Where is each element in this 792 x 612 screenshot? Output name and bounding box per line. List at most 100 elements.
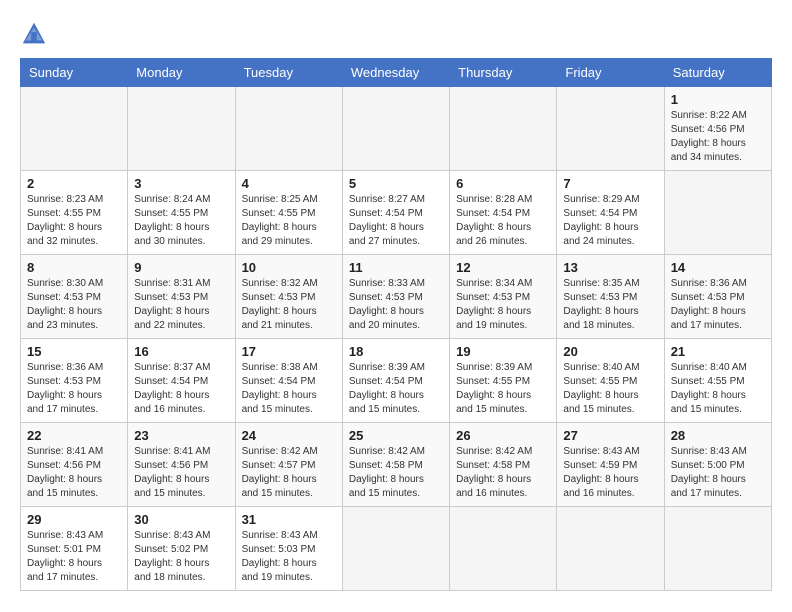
calendar-day-10: 10 Sunrise: 8:32 AMSunset: 4:53 PMDaylig…: [235, 255, 342, 339]
empty-cell: [128, 87, 235, 171]
day-number: 22: [27, 428, 121, 443]
day-number: 26: [456, 428, 550, 443]
day-info: Sunrise: 8:31 AMSunset: 4:53 PMDaylight:…: [134, 277, 228, 333]
calendar-week-row: 2 Sunrise: 8:23 AMSunset: 4:55 PMDayligh…: [21, 171, 772, 255]
day-number: 13: [563, 260, 657, 275]
day-number: 24: [242, 428, 336, 443]
day-number: 4: [242, 176, 336, 191]
day-info: Sunrise: 8:27 AMSunset: 4:54 PMDaylight:…: [349, 193, 443, 249]
day-info: Sunrise: 8:43 AMSunset: 4:59 PMDaylight:…: [563, 445, 657, 501]
logo-icon: [20, 20, 48, 48]
calendar-day-23: 23 Sunrise: 8:41 AMSunset: 4:56 PMDaylig…: [128, 423, 235, 507]
day-number: 6: [456, 176, 550, 191]
day-number: 17: [242, 344, 336, 359]
empty-cell: [450, 507, 557, 591]
calendar-day-4: 4 Sunrise: 8:25 AMSunset: 4:55 PMDayligh…: [235, 171, 342, 255]
calendar-day-21: 21 Sunrise: 8:40 AMSunset: 4:55 PMDaylig…: [664, 339, 771, 423]
calendar-day-26: 26 Sunrise: 8:42 AMSunset: 4:58 PMDaylig…: [450, 423, 557, 507]
calendar-day-17: 17 Sunrise: 8:38 AMSunset: 4:54 PMDaylig…: [235, 339, 342, 423]
day-number: 18: [349, 344, 443, 359]
day-number: 15: [27, 344, 121, 359]
day-number: 7: [563, 176, 657, 191]
calendar-day-18: 18 Sunrise: 8:39 AMSunset: 4:54 PMDaylig…: [342, 339, 449, 423]
calendar-day-27: 27 Sunrise: 8:43 AMSunset: 4:59 PMDaylig…: [557, 423, 664, 507]
calendar-day-13: 13 Sunrise: 8:35 AMSunset: 4:53 PMDaylig…: [557, 255, 664, 339]
day-info: Sunrise: 8:41 AMSunset: 4:56 PMDaylight:…: [134, 445, 228, 501]
weekday-header-saturday: Saturday: [664, 59, 771, 87]
day-number: 1: [671, 92, 765, 107]
day-info: Sunrise: 8:40 AMSunset: 4:55 PMDaylight:…: [671, 361, 765, 417]
day-number: 30: [134, 512, 228, 527]
day-number: 14: [671, 260, 765, 275]
empty-cell: [21, 87, 128, 171]
empty-cell: [557, 507, 664, 591]
calendar-day-14: 14 Sunrise: 8:36 AMSunset: 4:53 PMDaylig…: [664, 255, 771, 339]
day-number: 2: [27, 176, 121, 191]
calendar-day-12: 12 Sunrise: 8:34 AMSunset: 4:53 PMDaylig…: [450, 255, 557, 339]
empty-cell: [342, 87, 449, 171]
day-info: Sunrise: 8:33 AMSunset: 4:53 PMDaylight:…: [349, 277, 443, 333]
day-info: Sunrise: 8:30 AMSunset: 4:53 PMDaylight:…: [27, 277, 121, 333]
weekday-header-tuesday: Tuesday: [235, 59, 342, 87]
day-info: Sunrise: 8:39 AMSunset: 4:55 PMDaylight:…: [456, 361, 550, 417]
day-number: 28: [671, 428, 765, 443]
calendar-day-29: 29 Sunrise: 8:43 AMSunset: 5:01 PMDaylig…: [21, 507, 128, 591]
calendar-day-5: 5 Sunrise: 8:27 AMSunset: 4:54 PMDayligh…: [342, 171, 449, 255]
weekday-header-thursday: Thursday: [450, 59, 557, 87]
day-info: Sunrise: 8:25 AMSunset: 4:55 PMDaylight:…: [242, 193, 336, 249]
empty-cell: [664, 171, 771, 255]
day-info: Sunrise: 8:34 AMSunset: 4:53 PMDaylight:…: [456, 277, 550, 333]
day-info: Sunrise: 8:37 AMSunset: 4:54 PMDaylight:…: [134, 361, 228, 417]
calendar-day-7: 7 Sunrise: 8:29 AMSunset: 4:54 PMDayligh…: [557, 171, 664, 255]
calendar-day-15: 15 Sunrise: 8:36 AMSunset: 4:53 PMDaylig…: [21, 339, 128, 423]
day-number: 3: [134, 176, 228, 191]
calendar-day-6: 6 Sunrise: 8:28 AMSunset: 4:54 PMDayligh…: [450, 171, 557, 255]
calendar-table: SundayMondayTuesdayWednesdayThursdayFrid…: [20, 58, 772, 591]
day-number: 20: [563, 344, 657, 359]
day-info: Sunrise: 8:42 AMSunset: 4:58 PMDaylight:…: [349, 445, 443, 501]
calendar-week-row: 15 Sunrise: 8:36 AMSunset: 4:53 PMDaylig…: [21, 339, 772, 423]
calendar-day-11: 11 Sunrise: 8:33 AMSunset: 4:53 PMDaylig…: [342, 255, 449, 339]
day-info: Sunrise: 8:38 AMSunset: 4:54 PMDaylight:…: [242, 361, 336, 417]
calendar-day-24: 24 Sunrise: 8:42 AMSunset: 4:57 PMDaylig…: [235, 423, 342, 507]
day-number: 11: [349, 260, 443, 275]
day-info: Sunrise: 8:24 AMSunset: 4:55 PMDaylight:…: [134, 193, 228, 249]
calendar-day-20: 20 Sunrise: 8:40 AMSunset: 4:55 PMDaylig…: [557, 339, 664, 423]
calendar-day-28: 28 Sunrise: 8:43 AMSunset: 5:00 PMDaylig…: [664, 423, 771, 507]
calendar-day-30: 30 Sunrise: 8:43 AMSunset: 5:02 PMDaylig…: [128, 507, 235, 591]
day-number: 29: [27, 512, 121, 527]
logo: [20, 20, 52, 48]
calendar-day-3: 3 Sunrise: 8:24 AMSunset: 4:55 PMDayligh…: [128, 171, 235, 255]
day-info: Sunrise: 8:41 AMSunset: 4:56 PMDaylight:…: [27, 445, 121, 501]
empty-cell: [235, 87, 342, 171]
day-info: Sunrise: 8:32 AMSunset: 4:53 PMDaylight:…: [242, 277, 336, 333]
weekday-header-wednesday: Wednesday: [342, 59, 449, 87]
day-info: Sunrise: 8:35 AMSunset: 4:53 PMDaylight:…: [563, 277, 657, 333]
day-info: Sunrise: 8:43 AMSunset: 5:02 PMDaylight:…: [134, 529, 228, 585]
day-number: 23: [134, 428, 228, 443]
day-info: Sunrise: 8:28 AMSunset: 4:54 PMDaylight:…: [456, 193, 550, 249]
day-info: Sunrise: 8:22 AMSunset: 4:56 PMDaylight:…: [671, 109, 765, 165]
day-number: 12: [456, 260, 550, 275]
calendar-day-1: 1 Sunrise: 8:22 AMSunset: 4:56 PMDayligh…: [664, 87, 771, 171]
day-info: Sunrise: 8:29 AMSunset: 4:54 PMDaylight:…: [563, 193, 657, 249]
day-info: Sunrise: 8:36 AMSunset: 4:53 PMDaylight:…: [671, 277, 765, 333]
day-number: 16: [134, 344, 228, 359]
day-number: 19: [456, 344, 550, 359]
empty-cell: [450, 87, 557, 171]
calendar-day-19: 19 Sunrise: 8:39 AMSunset: 4:55 PMDaylig…: [450, 339, 557, 423]
day-number: 27: [563, 428, 657, 443]
calendar-day-2: 2 Sunrise: 8:23 AMSunset: 4:55 PMDayligh…: [21, 171, 128, 255]
calendar-day-31: 31 Sunrise: 8:43 AMSunset: 5:03 PMDaylig…: [235, 507, 342, 591]
day-number: 9: [134, 260, 228, 275]
weekday-header-sunday: Sunday: [21, 59, 128, 87]
calendar-week-row: 29 Sunrise: 8:43 AMSunset: 5:01 PMDaylig…: [21, 507, 772, 591]
day-info: Sunrise: 8:42 AMSunset: 4:57 PMDaylight:…: [242, 445, 336, 501]
weekday-header-monday: Monday: [128, 59, 235, 87]
weekday-header-friday: Friday: [557, 59, 664, 87]
day-info: Sunrise: 8:43 AMSunset: 5:01 PMDaylight:…: [27, 529, 121, 585]
calendar-week-row: 1 Sunrise: 8:22 AMSunset: 4:56 PMDayligh…: [21, 87, 772, 171]
header: [20, 20, 772, 48]
day-info: Sunrise: 8:40 AMSunset: 4:55 PMDaylight:…: [563, 361, 657, 417]
day-info: Sunrise: 8:23 AMSunset: 4:55 PMDaylight:…: [27, 193, 121, 249]
